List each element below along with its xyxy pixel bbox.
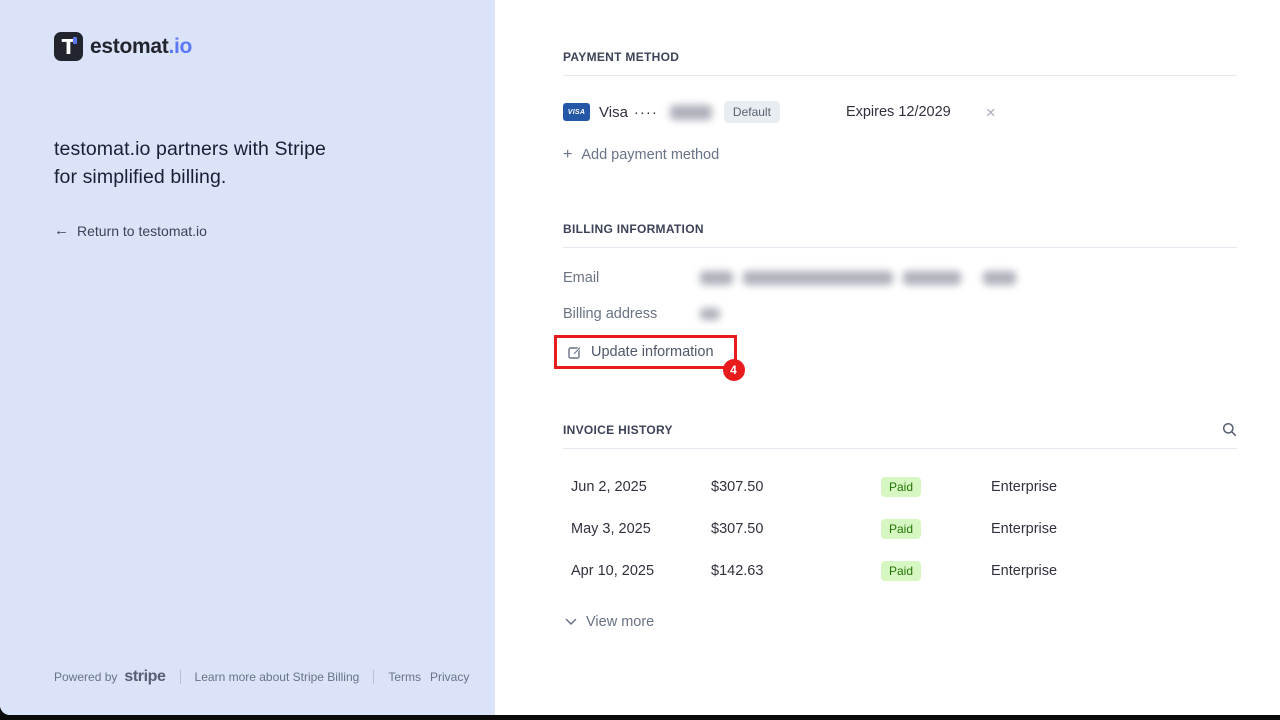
- section-divider: [563, 247, 1237, 248]
- return-to-merchant-link[interactable]: ← Return to testomat.io: [54, 222, 207, 239]
- payment-method-section: PAYMENT METHOD VISA Visa ···· Default Ex…: [563, 50, 1237, 164]
- invoice-plan: Enterprise: [991, 479, 1237, 495]
- invoice-history-section: INVOICE HISTORY Jun 2, 2025 $307.50 Paid…: [563, 422, 1237, 630]
- add-payment-method-button[interactable]: + Add payment method: [563, 146, 1237, 164]
- testomat-wordmark: estomat.io: [90, 35, 192, 59]
- invoice-row[interactable]: Jun 2, 2025 $307.50 Paid Enterprise: [563, 466, 1237, 508]
- invoice-plan: Enterprise: [991, 521, 1237, 537]
- redacted-card-number: [670, 105, 712, 120]
- update-information-button[interactable]: Update information: [554, 335, 737, 369]
- sidebar: T estomat.io testomat.io partners with S…: [0, 0, 495, 715]
- invoice-plan: Enterprise: [991, 563, 1237, 579]
- redacted-billing-address-value: [700, 308, 720, 320]
- redacted-email-value: [700, 271, 1016, 285]
- redacted-segment: [700, 271, 733, 285]
- card-brand-label: Visa: [599, 104, 628, 121]
- powered-by-stripe[interactable]: Powered by stripe: [54, 668, 166, 686]
- invoice-status-badge: Paid: [881, 519, 921, 539]
- logo-accent-mark: [73, 37, 77, 44]
- invoice-date: Jun 2, 2025: [571, 479, 711, 495]
- default-badge: Default: [724, 101, 780, 123]
- invoice-status-badge: Paid: [881, 561, 921, 581]
- search-icon[interactable]: [1222, 422, 1237, 437]
- payment-method-title: PAYMENT METHOD: [563, 50, 1237, 64]
- invoice-amount: $307.50: [711, 479, 881, 495]
- invoice-amount: $307.50: [711, 521, 881, 537]
- remove-card-icon[interactable]: ×: [986, 104, 996, 121]
- invoice-row[interactable]: May 3, 2025 $307.50 Paid Enterprise: [563, 508, 1237, 550]
- payment-card-row: VISA Visa ···· Default Expires 12/2029 ×: [563, 99, 1237, 125]
- invoice-status-badge: Paid: [881, 477, 921, 497]
- stripe-wordmark: stripe: [124, 668, 165, 686]
- card-expiry-label: Expires 12/2029: [846, 104, 951, 120]
- wordmark-dark: estomat: [90, 35, 168, 58]
- privacy-link[interactable]: Privacy: [430, 670, 469, 684]
- billing-information-title: BILLING INFORMATION: [563, 222, 1237, 236]
- invoice-date: Apr 10, 2025: [571, 563, 711, 579]
- testomat-logo-icon: T: [54, 32, 83, 61]
- redacted-segment: [903, 271, 961, 285]
- invoice-date: May 3, 2025: [571, 521, 711, 537]
- view-more-label: View more: [586, 614, 654, 630]
- billing-information-section: BILLING INFORMATION Email Billing addres…: [563, 222, 1237, 369]
- sidebar-heading: testomat.io partners with Stripe for sim…: [54, 135, 344, 191]
- edit-pencil-icon: [568, 345, 582, 359]
- annotation-highlight: Update information 4: [554, 335, 737, 369]
- billing-portal-window: T estomat.io testomat.io partners with S…: [0, 0, 1280, 715]
- section-divider: [563, 75, 1237, 76]
- email-label: Email: [563, 270, 700, 286]
- visa-badge-text: VISA: [568, 109, 586, 116]
- footer-divider: [180, 670, 181, 684]
- annotation-step-badge: 4: [723, 359, 745, 381]
- wordmark-io: .io: [168, 35, 192, 58]
- testomat-logo[interactable]: T estomat.io: [54, 32, 455, 61]
- chevron-down-icon: [565, 618, 577, 626]
- view-more-button[interactable]: View more: [565, 614, 1237, 630]
- update-information-label: Update information: [591, 344, 714, 360]
- powered-by-label: Powered by: [54, 670, 117, 684]
- terms-link[interactable]: Terms: [388, 670, 421, 684]
- plus-icon: +: [563, 146, 572, 164]
- redacted-segment: [983, 271, 1016, 285]
- email-row: Email: [563, 269, 1237, 287]
- invoice-history-title: INVOICE HISTORY: [563, 423, 673, 437]
- left-arrow-icon: ←: [54, 222, 69, 239]
- invoice-row[interactable]: Apr 10, 2025 $142.63 Paid Enterprise: [563, 550, 1237, 592]
- invoice-amount: $142.63: [711, 563, 881, 579]
- billing-address-label: Billing address: [563, 306, 700, 322]
- redacted-segment: [743, 271, 893, 285]
- section-divider: [563, 448, 1237, 449]
- main-panel: PAYMENT METHOD VISA Visa ···· Default Ex…: [495, 0, 1280, 715]
- add-payment-method-label: Add payment method: [581, 147, 719, 163]
- return-link-label: Return to testomat.io: [77, 223, 207, 239]
- invoice-table: Jun 2, 2025 $307.50 Paid Enterprise May …: [563, 466, 1237, 592]
- sidebar-footer: Powered by stripe Learn more about Strip…: [54, 668, 469, 686]
- card-masked-dots: ····: [634, 104, 658, 121]
- learn-more-link[interactable]: Learn more about Stripe Billing: [195, 670, 360, 684]
- billing-address-row: Billing address: [563, 305, 1237, 323]
- footer-divider: [373, 670, 374, 684]
- visa-card-icon: VISA: [563, 103, 590, 121]
